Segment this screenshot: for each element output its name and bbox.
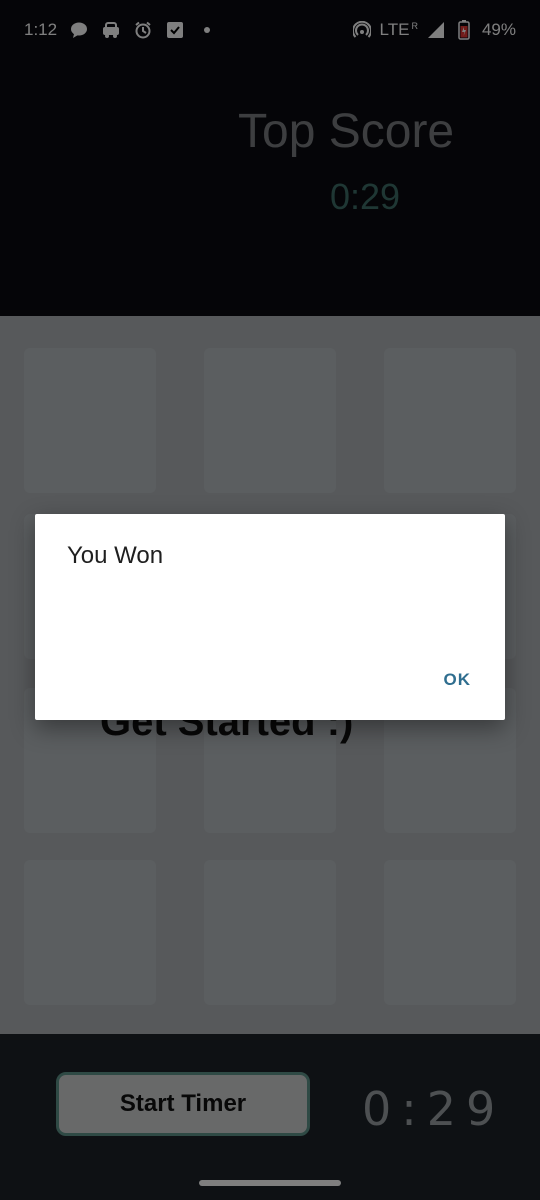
- app-screen: 1:12 LTE R: [0, 0, 540, 1200]
- you-won-dialog: You Won OK: [35, 514, 505, 720]
- ok-button[interactable]: OK: [440, 664, 476, 696]
- dialog-title: You Won: [67, 542, 164, 569]
